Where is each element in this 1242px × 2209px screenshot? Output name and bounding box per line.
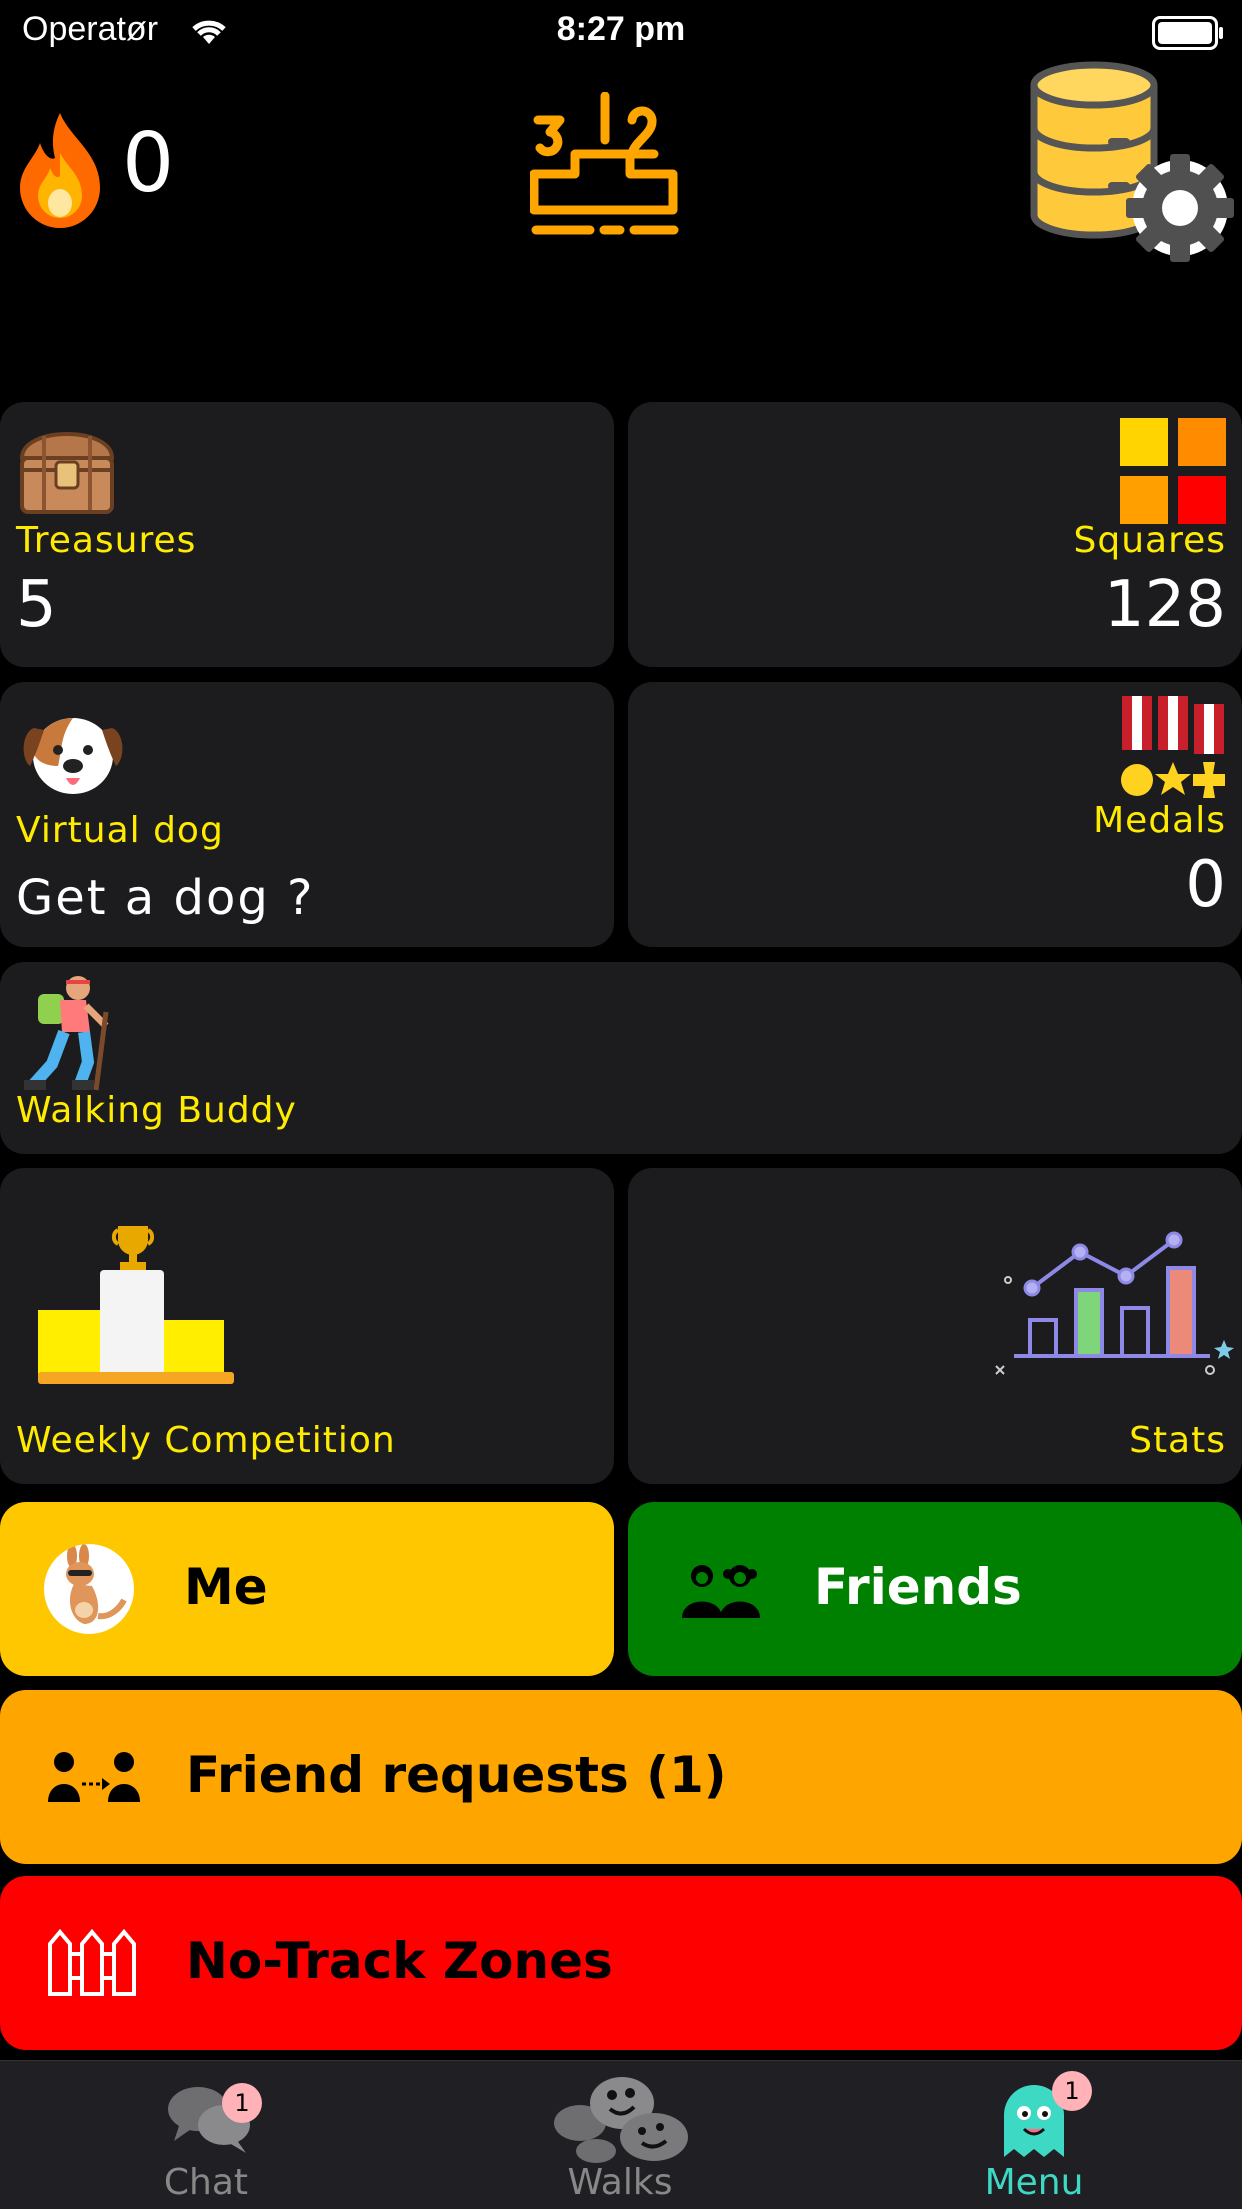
weekly-competition-label: Weekly Competition xyxy=(16,1420,396,1461)
kangaroo-icon xyxy=(66,1544,127,1624)
tab-chat[interactable]: 1 Chat xyxy=(56,2061,356,2209)
treasures-label: Treasures xyxy=(16,520,197,561)
database-settings-icon[interactable] xyxy=(1030,60,1242,270)
friends-button[interactable]: Friends xyxy=(628,1502,1242,1676)
stats-chart-icon xyxy=(995,1231,1234,1375)
treasures-card[interactable]: Treasures 5 xyxy=(0,402,614,667)
squares-value: 128 xyxy=(1103,568,1226,642)
tab-chat-label: Chat xyxy=(163,2162,249,2203)
stats-card[interactable]: Stats xyxy=(628,1168,1242,1484)
footprints-icon xyxy=(554,2077,688,2163)
flame-icon xyxy=(20,113,100,228)
tab-menu[interactable]: 1 Menu xyxy=(884,2061,1184,2209)
medals-value: 0 xyxy=(1185,848,1226,922)
status-time: 8:27 pm xyxy=(556,10,686,48)
walking-buddy-card[interactable]: Walking Buddy xyxy=(0,962,1242,1154)
status-bar: Operatør 8:27 pm xyxy=(0,0,1242,62)
medals-card[interactable]: Medals 0 xyxy=(628,682,1242,947)
dog-face-icon xyxy=(23,718,123,794)
tab-bar: 1 Chat Walks 1 Menu xyxy=(0,2060,1242,2209)
friends-icon xyxy=(682,1565,760,1618)
treasures-value: 5 xyxy=(16,568,57,642)
me-button[interactable]: Me xyxy=(0,1502,614,1676)
weekly-competition-card[interactable]: Weekly Competition xyxy=(0,1168,614,1484)
menu-badge: 1 xyxy=(1052,2071,1092,2111)
squares-grid-icon xyxy=(1120,418,1226,524)
squares-label: Squares xyxy=(1073,520,1226,561)
walking-buddy-label: Walking Buddy xyxy=(16,1090,297,1131)
virtual-dog-label: Virtual dog xyxy=(16,810,224,851)
treasure-chest-icon xyxy=(19,432,115,514)
medals-label: Medals xyxy=(1093,800,1226,841)
virtual-dog-card[interactable]: Virtual dog Get a dog ? xyxy=(0,682,614,947)
friend-request-icon xyxy=(48,1752,140,1802)
squares-card[interactable]: Squares 128 xyxy=(628,402,1242,667)
streak-counter[interactable]: 0 xyxy=(10,100,210,230)
stats-label: Stats xyxy=(1129,1420,1226,1461)
tab-walks[interactable]: Walks xyxy=(470,2061,770,2209)
medals-icon xyxy=(1121,696,1225,798)
virtual-dog-value: Get a dog ? xyxy=(16,870,315,926)
friends-label: Friends xyxy=(814,1558,1022,1616)
kangaroo-avatar xyxy=(44,1544,134,1634)
no-track-zones-label: No-Track Zones xyxy=(186,1932,613,1990)
fence-icon xyxy=(48,1928,136,1996)
no-track-zones-button[interactable]: No-Track Zones xyxy=(0,1876,1242,2050)
streak-count: 0 xyxy=(122,116,175,211)
chat-badge: 1 xyxy=(222,2083,262,2123)
podium-trophy-icon xyxy=(38,1226,234,1384)
me-label: Me xyxy=(184,1558,268,1616)
friend-requests-button[interactable]: Friend requests (1) xyxy=(0,1690,1242,1864)
friend-requests-label: Friend requests (1) xyxy=(186,1746,727,1804)
hiker-icon xyxy=(24,976,109,1091)
leaderboard-podium-icon[interactable] xyxy=(530,92,680,242)
tab-menu-label: Menu xyxy=(984,2162,1084,2203)
tab-walks-label: Walks xyxy=(567,2162,673,2203)
battery-icon xyxy=(1152,16,1223,50)
